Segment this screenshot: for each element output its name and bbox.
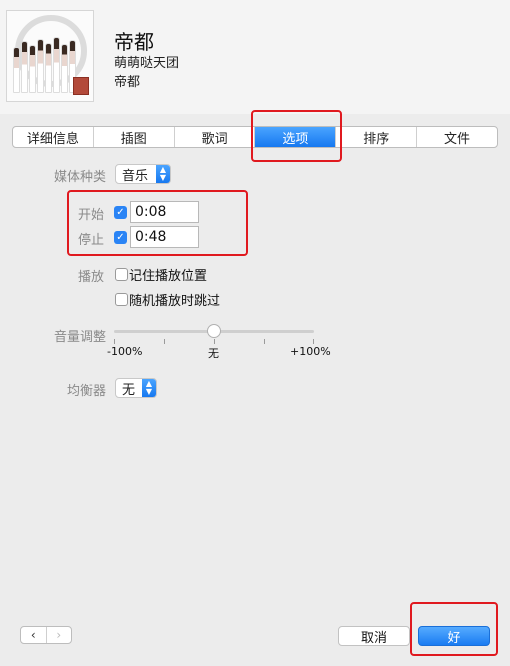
song-album: 帝都	[114, 75, 141, 90]
checkmark-icon: ✓	[116, 232, 125, 243]
stop-time-field[interactable]: 0:48	[130, 226, 199, 248]
tab-file[interactable]: 文件	[417, 127, 497, 147]
slider-tick	[313, 339, 314, 344]
stop-label: 停止	[77, 233, 104, 248]
start-time-field[interactable]: 0:08	[130, 201, 199, 223]
cancel-button[interactable]: 取消	[338, 626, 410, 646]
song-artist: 萌萌哒天团	[114, 56, 180, 71]
playback-label: 播放	[77, 270, 104, 285]
song-title: 帝都	[114, 30, 154, 54]
volume-mid-label: 无	[208, 347, 219, 360]
media-kind-label: 媒体种类	[53, 170, 106, 185]
tab-sorting[interactable]: 排序	[336, 127, 418, 147]
volume-slider-knob[interactable]	[207, 324, 221, 338]
media-kind-value: 音乐	[122, 168, 149, 184]
previous-track-button[interactable]: ‹	[21, 627, 47, 643]
equalizer-value: 无	[122, 382, 136, 398]
slider-tick	[214, 339, 215, 344]
next-track-button[interactable]: ›	[47, 627, 72, 643]
skip-shuffle-checkbox[interactable]	[115, 293, 128, 306]
start-label: 开始	[77, 208, 104, 223]
tab-details[interactable]: 详细信息	[13, 127, 94, 147]
checkmark-icon: ✓	[116, 207, 125, 218]
track-navigation: ‹ ›	[20, 626, 72, 644]
remember-position-label[interactable]: 记住播放位置	[129, 265, 207, 284]
tab-lyrics[interactable]: 歌词	[175, 127, 256, 147]
highlight-options-tab	[251, 110, 342, 162]
chevron-right-icon: ›	[56, 628, 62, 642]
slider-tick	[164, 339, 165, 344]
volume-label: 音量调整	[53, 330, 106, 345]
album-artwork	[6, 10, 94, 102]
tab-artwork[interactable]: 插图	[94, 127, 175, 147]
ok-button[interactable]: 好	[418, 626, 490, 646]
remember-position-checkbox[interactable]	[115, 268, 128, 281]
artwork-seal	[73, 77, 89, 95]
equalizer-label: 均衡器	[66, 384, 106, 399]
volume-max-label: +100%	[290, 345, 331, 358]
chevron-left-icon: ‹	[30, 628, 36, 642]
chevron-updown-icon: ▲ ▼	[142, 379, 156, 397]
slider-tick	[114, 339, 115, 344]
equalizer-select[interactable]: 无 ▲ ▼	[115, 378, 157, 398]
slider-tick	[264, 339, 265, 344]
chevron-updown-icon: ▲ ▼	[156, 165, 170, 183]
song-header: 帝都 萌萌哒天团 帝都	[0, 0, 510, 114]
skip-shuffle-label[interactable]: 随机播放时跳过	[129, 290, 220, 309]
stop-checkbox[interactable]: ✓	[114, 231, 127, 244]
volume-min-label: -100%	[107, 345, 143, 358]
start-checkbox[interactable]: ✓	[114, 206, 127, 219]
media-kind-select[interactable]: 音乐 ▲ ▼	[115, 164, 171, 184]
